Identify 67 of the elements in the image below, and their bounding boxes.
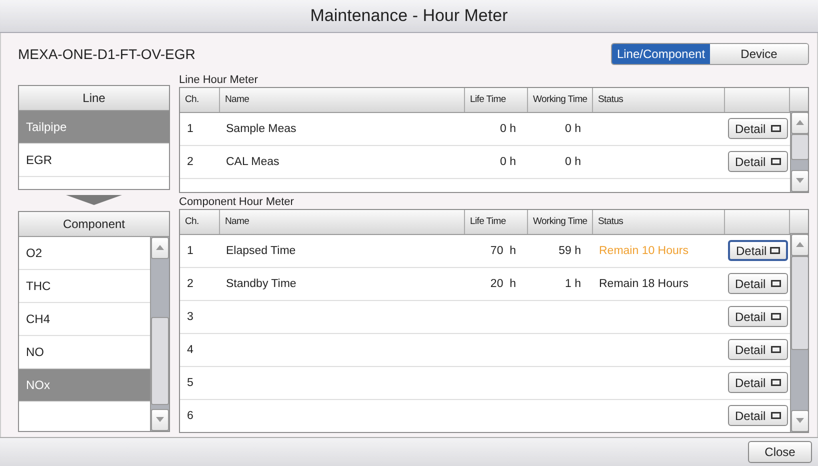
detail-button[interactable]: Detail <box>728 118 788 140</box>
table-cell: 0 h <box>500 122 516 135</box>
detail-button[interactable]: Detail <box>728 339 788 360</box>
table-cell: CAL Meas <box>226 156 280 168</box>
table-title: Component Hour Meter <box>179 196 295 208</box>
column-header: Working Time <box>528 210 593 234</box>
status-text: Remain 18 Hours <box>599 278 688 290</box>
scroll-up-icon[interactable] <box>151 236 169 259</box>
scrollbar[interactable] <box>790 234 808 432</box>
window-icon <box>771 158 781 166</box>
table-cell-text: 2 <box>186 154 194 170</box>
table-cell-text: 4 <box>186 342 194 358</box>
window-icon <box>771 346 781 354</box>
device-name: MEXA-ONE-D1-FT-OV-EGR <box>18 46 196 62</box>
window-icon <box>771 379 781 386</box>
table-cell-text: 1 <box>186 244 194 259</box>
table-cell: 0 h <box>500 156 516 168</box>
table-cell: 0 h <box>565 156 581 168</box>
table-cell: 59 h <box>558 244 581 257</box>
down-arrow-icon <box>66 195 122 206</box>
detail-button[interactable]: Detail <box>728 372 788 394</box>
window-icon <box>771 125 781 132</box>
table-cell: 70 h <box>490 244 516 257</box>
table-cell: Sample Meas <box>226 122 296 135</box>
table-cell-text: 6 <box>186 408 194 424</box>
scrollbar[interactable] <box>150 236 169 431</box>
table-cell-text: 2 <box>186 276 194 292</box>
status-text: Remain 10 Hours <box>599 244 688 257</box>
table-cell: 0 h <box>565 122 581 135</box>
detail-button[interactable]: Detail <box>728 240 788 262</box>
detail-button[interactable]: Detail <box>728 151 788 172</box>
detail-button[interactable]: Detail <box>728 273 788 294</box>
table-cell-text: 1 <box>186 122 194 137</box>
column-header: Life Time <box>465 88 528 112</box>
column-header: Ch. <box>180 88 220 112</box>
window-icon <box>771 412 781 420</box>
table-cell: 1 h <box>565 278 581 290</box>
table-cell: Elapsed Time <box>226 244 296 257</box>
list-header: Component <box>19 212 169 237</box>
list-header: Line <box>19 86 169 111</box>
view-toggle-button[interactable]: Device <box>710 44 808 64</box>
scroll-up-icon[interactable] <box>791 234 808 256</box>
scroll-up-icon[interactable] <box>791 112 808 134</box>
column-header: Life Time <box>465 210 528 234</box>
scroll-down-icon[interactable] <box>791 410 808 432</box>
column-header: Ch. <box>180 210 220 234</box>
scroll-down-icon[interactable] <box>151 408 169 431</box>
column-header: Status <box>593 210 725 234</box>
table-title: Line Hour Meter <box>179 74 259 86</box>
window-icon <box>771 280 781 288</box>
column-header: Status <box>593 88 725 112</box>
column-header: Name <box>220 210 465 234</box>
close-button[interactable]: Close <box>748 440 812 463</box>
window-title: Maintenance - Hour Meter <box>310 6 508 26</box>
window-icon <box>770 247 780 254</box>
column-header: Name <box>220 88 465 112</box>
scroll-down-icon[interactable] <box>791 170 808 192</box>
table-cell-text: 5 <box>186 376 194 391</box>
table-cell-text: 3 <box>186 310 194 325</box>
table-cell: 20 h <box>490 278 516 290</box>
view-toggle-button[interactable]: Line/Component <box>612 44 710 64</box>
window-icon <box>771 313 781 320</box>
table-cell: Standby Time <box>226 278 296 290</box>
scrollbar[interactable] <box>790 112 808 192</box>
detail-button[interactable]: Detail <box>728 306 788 328</box>
column-header: Working Time <box>528 88 593 112</box>
detail-button[interactable]: Detail <box>728 405 788 426</box>
